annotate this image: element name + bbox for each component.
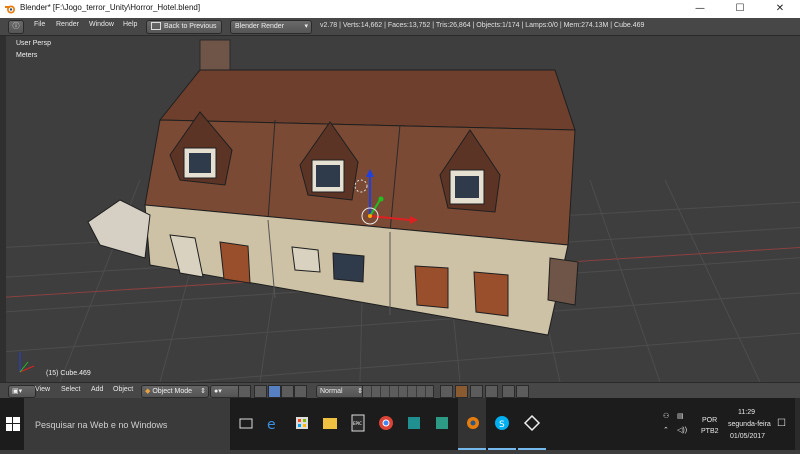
back-screen-icon <box>151 22 161 31</box>
back-to-previous-button[interactable]: Back to Previous <box>146 20 222 34</box>
task-view-icon <box>239 418 253 429</box>
minimize-button[interactable]: — <box>680 0 720 18</box>
3d-viewport[interactable]: User Persp Meters (15) Cube.469 <box>6 36 800 382</box>
people-icon[interactable]: ⚇ <box>663 412 669 420</box>
maximize-button[interactable]: ☐ <box>720 0 760 18</box>
blender-logo-icon <box>467 417 479 429</box>
taskbar-app-chrome[interactable] <box>372 398 400 450</box>
windows-start-icon[interactable] <box>6 417 20 431</box>
transform-orientation-select[interactable]: Normal ⇕ <box>316 385 366 398</box>
menu-add[interactable]: Add <box>91 386 103 393</box>
taskbar-app-store[interactable] <box>288 398 316 450</box>
skype-icon: S <box>495 416 509 430</box>
proportional-edit-icon[interactable] <box>440 385 453 398</box>
tray-chevron-up-icon[interactable]: ⌃ <box>663 426 669 434</box>
folder-icon <box>323 418 337 429</box>
taskbar-app-blender[interactable] <box>458 398 486 450</box>
taskbar-app-skype[interactable]: S <box>488 398 516 450</box>
opengl-render-icon[interactable] <box>516 385 529 398</box>
solid-shading-icon: ●▾ <box>214 388 222 395</box>
menu-select[interactable]: Select <box>61 386 80 393</box>
editor-type-button[interactable]: ⓘ <box>8 20 24 34</box>
rotate-manipulator-icon[interactable] <box>281 385 294 398</box>
cube-icon: ▣▾ <box>12 388 23 395</box>
window-titlebar: Blender* [F:\Jogo_terror_Unity\Horror_Ho… <box>0 0 800 19</box>
manipulator-toggle-icon[interactable] <box>254 385 267 398</box>
menu-help[interactable]: Help <box>123 21 137 28</box>
taskbar-app-file-explorer[interactable] <box>316 398 344 450</box>
menu-object[interactable]: Object <box>113 386 133 393</box>
task-view-button[interactable] <box>232 398 260 450</box>
app-icon <box>408 417 420 429</box>
chevron-updown-icon: ⇕ <box>200 388 206 395</box>
3d-view-header: ▣▾ View Select Add Object ◆ Object Mode … <box>0 382 800 399</box>
layer-buttons[interactable] <box>362 385 434 398</box>
search-placeholder: Pesquisar na Web e no Windows <box>35 420 168 430</box>
scene-statistics: v2.78 | Verts:14,662 | Faces:13,752 | Tr… <box>320 22 645 29</box>
mode-select[interactable]: ◆ Object Mode ⇕ <box>141 385 209 398</box>
menu-window[interactable]: Window <box>89 21 114 28</box>
epic-games-icon: EPIC <box>351 414 365 432</box>
svg-text:S: S <box>499 420 505 430</box>
scale-manipulator-icon[interactable] <box>294 385 307 398</box>
render-engine-select[interactable]: Blender Render ▾ <box>230 20 312 34</box>
keyboard-layout-indicator[interactable]: PTB2 <box>701 428 719 435</box>
chrome-icon <box>379 416 393 430</box>
volume-icon[interactable]: ◁)) <box>677 426 687 434</box>
snap-icon[interactable] <box>455 385 468 398</box>
chevron-down-icon: ▾ <box>304 23 308 30</box>
taskbar-app-unknown-2[interactable] <box>428 398 456 450</box>
active-object-label: (15) Cube.469 <box>46 370 91 377</box>
info-icon: ⓘ <box>12 23 20 30</box>
horror-hotel-model[interactable] <box>87 39 579 336</box>
taskbar-app-epic-games[interactable]: EPIC <box>344 398 372 450</box>
clock-date[interactable]: 01/05/2017 <box>730 433 765 440</box>
object-mode-icon: ◆ <box>145 388 151 395</box>
info-header: ⓘ File Render Window Help Back to Previo… <box>0 18 800 36</box>
language-indicator[interactable]: POR <box>702 417 717 424</box>
pivot-point-icon[interactable] <box>238 385 251 398</box>
menu-view[interactable]: View <box>35 386 50 393</box>
taskbar-app-unknown[interactable] <box>400 398 428 450</box>
taskbar-app-unity[interactable] <box>518 398 546 450</box>
unity-icon <box>523 414 541 432</box>
window-title: Blender* [F:\Jogo_terror_Unity\Horror_Ho… <box>20 3 201 12</box>
svg-text:e: e <box>267 417 276 433</box>
notifications-icon[interactable]: ☐ <box>777 418 786 429</box>
translate-manipulator-icon[interactable] <box>268 385 281 398</box>
taskbar-app-edge[interactable]: e <box>260 398 288 450</box>
menu-file[interactable]: File <box>34 21 45 28</box>
snap-element-icon[interactable] <box>470 385 483 398</box>
render-preview-icon[interactable] <box>502 385 515 398</box>
clock-weekday[interactable]: segunda-feira <box>728 421 771 428</box>
viewport-scene[interactable] <box>6 36 800 382</box>
balcony-railing <box>87 199 151 259</box>
store-icon <box>296 417 308 429</box>
svg-text:EPIC: EPIC <box>353 421 362 426</box>
snap-target-icon[interactable] <box>485 385 498 398</box>
network-icon[interactable]: ▤ <box>677 412 684 420</box>
search-box[interactable]: Pesquisar na Web e no Windows <box>24 398 230 450</box>
clock-time[interactable]: 11:29 <box>738 409 755 416</box>
close-button[interactable]: ✕ <box>760 0 800 18</box>
view-name-label: User Persp <box>16 40 52 47</box>
app-icon <box>436 417 448 429</box>
viewport-shading-select[interactable]: ●▾ <box>210 385 240 398</box>
edge-icon: e <box>267 417 276 433</box>
blender-logo-icon <box>5 5 15 14</box>
menu-render[interactable]: Render <box>56 21 79 28</box>
chimney <box>199 39 231 73</box>
show-desktop-button[interactable] <box>795 398 800 450</box>
units-label: Meters <box>16 52 38 59</box>
editor-type-3d-button[interactable]: ▣▾ <box>8 385 36 398</box>
axis-gizmo-icon <box>19 352 35 373</box>
windows-taskbar: Pesquisar na Web e no Windows e EPIC S ⚇… <box>0 398 800 450</box>
